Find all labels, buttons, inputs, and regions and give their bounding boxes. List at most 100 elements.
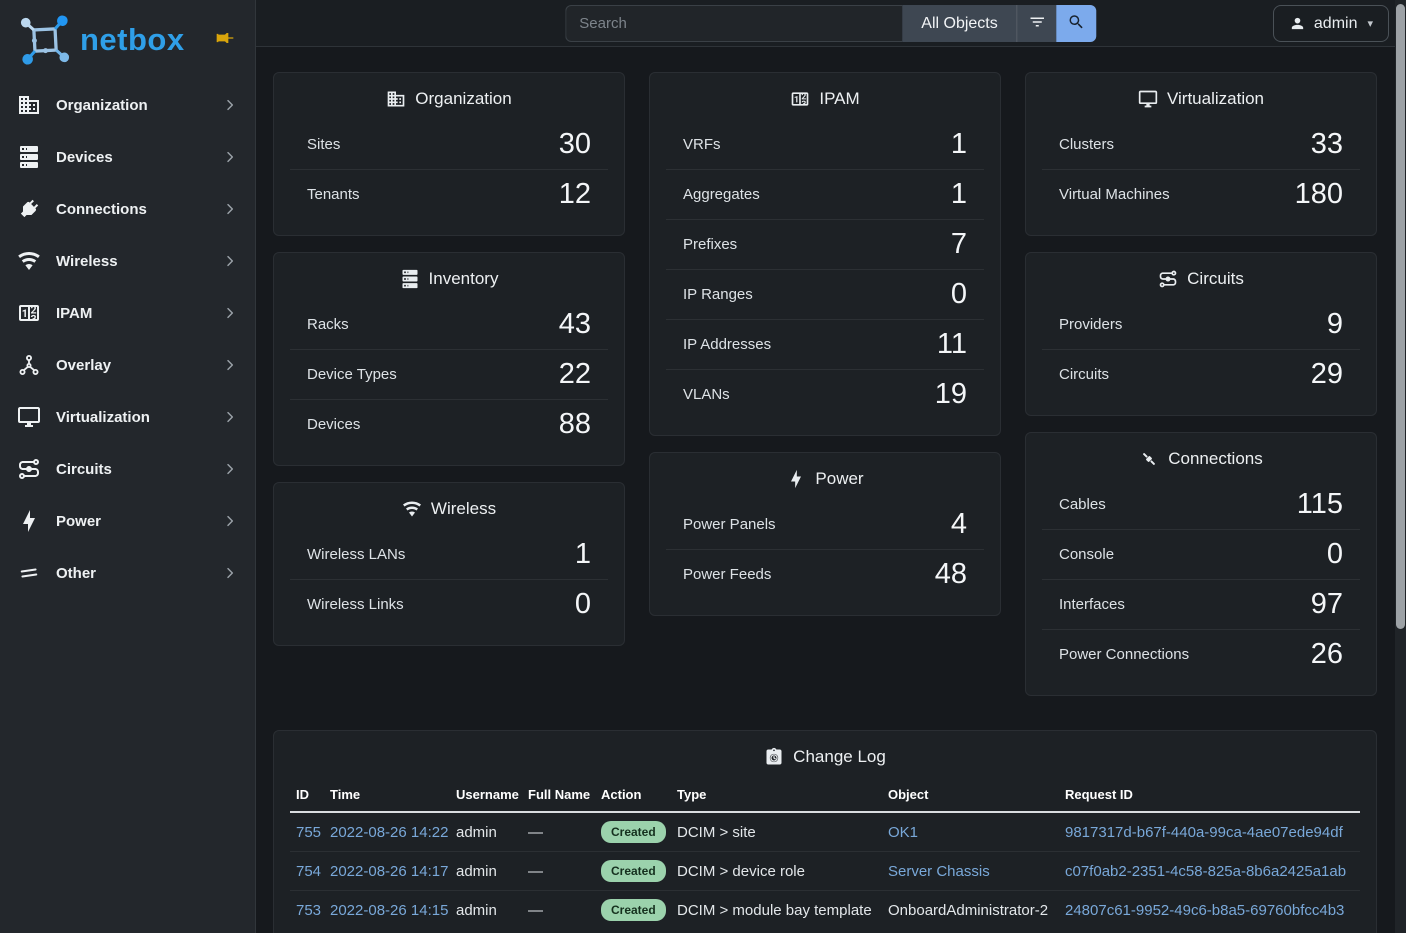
- stat-label: VLANs: [683, 386, 730, 403]
- changelog-object-link[interactable]: OK1: [888, 824, 918, 841]
- changelog-row: 753 2022-08-26 14:15 admin — Created DCI…: [290, 891, 1360, 930]
- stat-value[interactable]: 88: [559, 408, 591, 441]
- changelog-id-link[interactable]: 753: [296, 902, 321, 919]
- server-icon: [17, 145, 41, 169]
- filter-button[interactable]: [1017, 5, 1057, 42]
- card-title: Power: [815, 469, 863, 489]
- changelog-id-link[interactable]: 754: [296, 863, 321, 880]
- stat-label: Clusters: [1059, 136, 1114, 153]
- stat-label: IP Ranges: [683, 286, 753, 303]
- changelog-time-link[interactable]: 2022-08-26 14:17: [330, 863, 448, 880]
- stat-value[interactable]: 11: [937, 328, 967, 361]
- sidebar-item-wireless[interactable]: Wireless: [0, 235, 255, 287]
- sidebar-item-overlay[interactable]: Overlay: [0, 339, 255, 391]
- bolt-icon: [17, 509, 41, 533]
- card-circuits: Circuits Providers 9 Circuits 29: [1025, 252, 1377, 416]
- stat-value[interactable]: 33: [1311, 128, 1343, 161]
- stat-row-device-types: Device Types 22: [290, 349, 608, 399]
- column-header-action: Action: [595, 781, 671, 812]
- scrollbar-thumb[interactable]: [1396, 4, 1405, 629]
- sidebar-item-virtualization[interactable]: Virtualization: [0, 391, 255, 443]
- wifi-icon: [402, 499, 422, 519]
- graph-icon: [17, 353, 41, 377]
- stat-value[interactable]: 22: [559, 358, 591, 391]
- search-scope-button[interactable]: All Objects: [902, 5, 1016, 42]
- sidebar-item-devices[interactable]: Devices: [0, 131, 255, 183]
- stat-value[interactable]: 9: [1327, 308, 1343, 341]
- search-input[interactable]: [565, 5, 902, 42]
- caret-down-icon: ▾: [1367, 17, 1373, 30]
- stat-label: Prefixes: [683, 236, 737, 253]
- building-icon: [17, 93, 41, 117]
- sidebar-item-circuits[interactable]: Circuits: [0, 443, 255, 495]
- stat-value[interactable]: 0: [951, 278, 967, 311]
- stat-value[interactable]: 180: [1295, 178, 1343, 211]
- column-2: IPAM VRFs 1 Aggregates 1 Prefixes 7 IP R…: [649, 72, 1001, 616]
- stat-value[interactable]: 4: [951, 508, 967, 541]
- changelog-username: admin: [450, 852, 522, 891]
- stat-value[interactable]: 19: [935, 378, 967, 411]
- sidebar-item-organization[interactable]: Organization: [0, 79, 255, 131]
- stat-value[interactable]: 115: [1297, 488, 1343, 521]
- changelog-requestid-link[interactable]: 9817317d-b67f-440a-99ca-4ae07ede94df: [1065, 824, 1343, 841]
- changelog-table: IDTimeUsernameFull NameActionTypeObjectR…: [290, 781, 1360, 929]
- sidebar-item-label: Organization: [56, 97, 148, 114]
- stat-value[interactable]: 1: [575, 538, 591, 571]
- stat-row-racks: Racks 43: [290, 299, 608, 349]
- brand-name: netbox: [80, 22, 185, 58]
- stat-value[interactable]: 0: [1327, 538, 1343, 571]
- stat-row-circuits: Circuits 29: [1042, 349, 1360, 399]
- stat-value[interactable]: 7: [951, 228, 967, 261]
- changelog-requestid-link[interactable]: 24807c61-9952-49c6-b8a5-69760bfcc4b3: [1065, 902, 1344, 919]
- changelog-time-link[interactable]: 2022-08-26 14:22: [330, 824, 448, 841]
- user-menu-button[interactable]: admin ▾: [1273, 5, 1389, 42]
- action-badge: Created: [601, 860, 666, 882]
- stat-value[interactable]: 97: [1311, 588, 1343, 621]
- stat-label: IP Addresses: [683, 336, 771, 353]
- chevron-right-icon: [222, 305, 238, 321]
- card-virtualization: Virtualization Clusters 33 Virtual Machi…: [1025, 72, 1377, 236]
- changelog-time-link[interactable]: 2022-08-26 14:15: [330, 902, 448, 919]
- sidebar-item-power[interactable]: Power: [0, 495, 255, 547]
- search-button[interactable]: [1057, 5, 1097, 42]
- sidebar-item-ipam[interactable]: IPAM: [0, 287, 255, 339]
- pin-icon[interactable]: [215, 28, 235, 48]
- home-link[interactable]: netbox: [18, 13, 185, 67]
- stat-value[interactable]: 29: [1311, 358, 1343, 391]
- counter-icon: [790, 89, 810, 109]
- stat-row-power-panels: Power Panels 4: [666, 499, 984, 549]
- changelog-object-link[interactable]: Server Chassis: [888, 863, 990, 880]
- sidebar-item-connections[interactable]: Connections: [0, 183, 255, 235]
- wifi-icon: [17, 249, 41, 273]
- stat-value[interactable]: 26: [1311, 638, 1343, 671]
- changelog-title: Change Log: [793, 747, 886, 767]
- changelog-fullname: —: [522, 852, 595, 891]
- column-header-full-name: Full Name: [522, 781, 595, 812]
- chevron-right-icon: [222, 357, 238, 373]
- stat-value[interactable]: 48: [935, 558, 967, 591]
- stat-value[interactable]: 1: [951, 178, 967, 211]
- stat-value[interactable]: 43: [559, 308, 591, 341]
- column-header-id: ID: [290, 781, 324, 812]
- counter-icon: [17, 301, 41, 325]
- stat-value[interactable]: 1: [951, 128, 967, 161]
- stat-value[interactable]: 12: [559, 178, 591, 211]
- stat-row-vlans: VLANs 19: [666, 369, 984, 419]
- stat-value[interactable]: 0: [575, 588, 591, 621]
- changelog-object: Server Chassis: [882, 852, 1059, 891]
- stat-row-power-connections: Power Connections 26: [1042, 629, 1360, 679]
- changelog-object: OK1: [882, 812, 1059, 852]
- stat-row-providers: Providers 9: [1042, 299, 1360, 349]
- changelog-username: admin: [450, 891, 522, 930]
- stat-label: Racks: [307, 316, 349, 333]
- stat-value[interactable]: 30: [559, 128, 591, 161]
- changelog-id-link[interactable]: 755: [296, 824, 321, 841]
- sidebar-item-label: Overlay: [56, 357, 111, 374]
- sidebar-item-other[interactable]: Other: [0, 547, 255, 599]
- changelog-requestid-link[interactable]: c07f0ab2-2351-4c58-825a-8b6a2425a1ab: [1065, 863, 1346, 880]
- vertical-scrollbar[interactable]: [1395, 0, 1406, 933]
- card-title: Circuits: [1187, 269, 1244, 289]
- transit-icon: [1158, 269, 1178, 289]
- stat-row-sites: Sites 30: [290, 119, 608, 169]
- stat-label: Cables: [1059, 496, 1106, 513]
